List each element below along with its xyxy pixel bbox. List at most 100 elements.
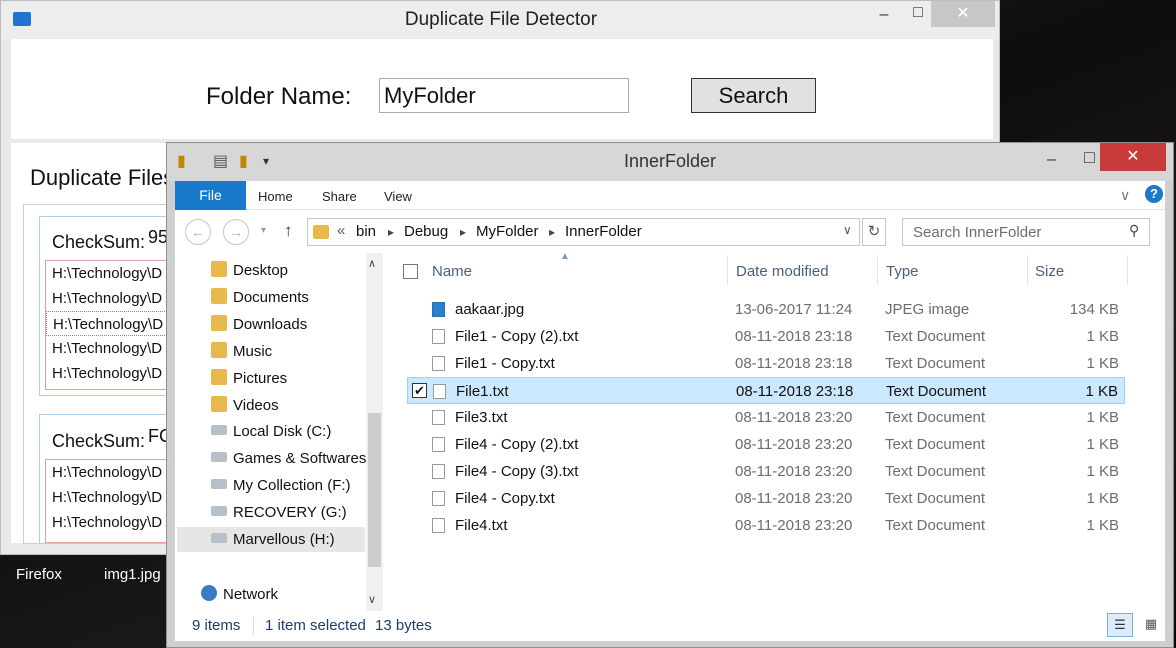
breadcrumb[interactable]: MyFolder [476,223,539,240]
chevron-right-icon[interactable]: ▸ [549,225,555,239]
address-overflow[interactable]: « [337,222,345,239]
desktop-icon-img1[interactable]: img1.jpg [104,566,161,583]
column-divider[interactable] [1027,255,1028,285]
tab-file[interactable]: File [175,181,246,210]
text-file-icon [432,410,445,425]
folder-icon [313,225,329,239]
file-row[interactable]: File3.txt 08-11-2018 23:20 Text Document… [407,404,1125,431]
help-icon[interactable]: ? [1145,185,1163,203]
maximize-button[interactable]: □ [903,3,933,23]
file-date: 08-11-2018 23:20 [735,490,853,507]
refresh-button[interactable]: ↻ [862,218,886,246]
file-name: File4 - Copy (2).txt [455,436,579,453]
up-button[interactable]: ↑ [284,221,293,241]
column-divider[interactable] [727,255,728,285]
search-icon[interactable]: ⚲ [1129,222,1139,239]
nav-item-network[interactable]: Network [201,585,278,603]
explorer-title: InnerFolder [623,151,717,171]
maximize-button[interactable]: □ [1084,147,1095,168]
column-header-type[interactable]: Type [886,263,919,280]
desktop-icon-firefox[interactable]: Firefox [16,566,62,583]
list-item[interactable]: H:\Technology\D [46,485,169,510]
minimize-button[interactable]: – [869,5,899,25]
search-button[interactable]: Search [691,78,816,113]
drive-icon [211,425,227,435]
nav-item-recovery[interactable]: RECOVERY (G:) [211,504,347,521]
file-size: 1 KB [1086,463,1119,480]
file-row[interactable]: aakaar.jpg 13-06-2017 11:24 JPEG image 1… [407,296,1125,323]
checksum-label: CheckSum: [52,431,146,451]
list-item[interactable]: H:\Technology\D [46,336,169,361]
file-date: 08-11-2018 23:18 [735,355,853,372]
path-list[interactable]: H:\Technology\D H:\Technology\D H:\Techn… [45,260,170,390]
scroll-down-icon[interactable]: ∨ [368,593,376,606]
list-item[interactable]: H:\Technology\D [46,460,169,485]
breadcrumb[interactable]: bin [356,223,376,240]
drive-icon [211,533,227,543]
folder-name-input[interactable] [379,78,629,113]
list-item[interactable]: H:\Technology\D [46,261,169,286]
nav-item-local-disk[interactable]: Local Disk (C:) [211,423,331,440]
list-item[interactable]: H:\Technology\D [46,510,169,535]
details-view-button[interactable]: ☰ [1107,613,1133,637]
forward-button[interactable]: → [223,219,249,245]
drive-icon [211,479,227,489]
nav-item-music[interactable]: Music [211,342,272,360]
list-item[interactable]: H:\Technology\D [46,361,169,386]
recent-locations-icon[interactable]: ▾ [261,225,266,236]
file-row[interactable]: File4.txt 08-11-2018 23:20 Text Document… [407,512,1125,539]
chevron-right-icon[interactable]: ▸ [388,225,394,239]
tab-share[interactable]: Share [322,189,357,204]
nav-item-marvellous[interactable]: Marvellous (H:) [211,531,335,548]
tab-view[interactable]: View [384,189,412,204]
tab-home[interactable]: Home [258,189,293,204]
column-divider[interactable] [1127,255,1128,285]
chevron-down-icon[interactable]: ∨ [843,223,852,237]
file-size: 1 KB [1086,517,1119,534]
nav-item-my-collection[interactable]: My Collection (F:) [211,477,351,494]
folder-icon [211,342,227,358]
close-button[interactable]: ✕ [1100,143,1166,171]
drive-icon [211,452,227,462]
list-item[interactable]: H:\Technology\D [46,311,169,336]
column-divider[interactable] [877,255,878,285]
file-row[interactable]: File4 - Copy.txt 08-11-2018 23:20 Text D… [407,485,1125,512]
text-file-icon [432,329,445,344]
file-row[interactable]: File4 - Copy (2).txt 08-11-2018 23:20 Te… [407,431,1125,458]
close-button[interactable]: ✕ [931,1,995,27]
expand-ribbon-icon[interactable]: ∨ [1120,187,1130,204]
minimize-button[interactable]: – [1047,151,1056,169]
column-header-size[interactable]: Size [1035,263,1064,280]
text-file-icon [432,491,445,506]
chevron-right-icon[interactable]: ▸ [460,225,466,239]
large-icons-view-button[interactable]: ▦ [1139,613,1163,637]
breadcrumb[interactable]: InnerFolder [565,223,642,240]
path-list[interactable]: H:\Technology\D H:\Technology\D H:\Techn… [45,459,170,543]
select-all-checkbox[interactable] [403,264,418,279]
file-row[interactable]: File4 - Copy (3).txt 08-11-2018 23:20 Te… [407,458,1125,485]
nav-item-desktop[interactable]: Desktop [211,261,288,279]
nav-item-pictures[interactable]: Pictures [211,369,287,387]
list-item[interactable]: H:\Technology\D [46,286,169,311]
folder-icon [211,261,227,277]
back-button[interactable]: ← [185,219,211,245]
explorer-window: ▮ ▤ ▮ ▾ InnerFolder – □ ✕ File Home Shar… [166,142,1174,648]
file-row[interactable]: File1 - Copy (2).txt 08-11-2018 23:18 Te… [407,323,1125,350]
nav-item-games[interactable]: Games & Softwares [211,450,366,467]
breadcrumb[interactable]: Debug [404,223,448,240]
network-icon [201,585,217,601]
file-name: File3.txt [455,409,508,426]
nav-item-videos[interactable]: Videos [211,396,279,414]
column-header-name[interactable]: Name [432,263,472,280]
file-type: Text Document [885,490,986,507]
nav-item-downloads[interactable]: Downloads [211,315,307,333]
scroll-up-icon[interactable]: ∧ [368,257,376,270]
column-header-date[interactable]: Date modified [736,263,829,280]
file-row[interactable]: File1 - Copy.txt 08-11-2018 23:18 Text D… [407,350,1125,377]
file-row-selected[interactable]: ✔ File1.txt 08-11-2018 23:18 Text Docume… [407,377,1125,404]
text-file-icon [432,437,445,452]
text-file-icon [432,356,445,371]
row-checkbox[interactable]: ✔ [412,383,427,398]
nav-item-documents[interactable]: Documents [211,288,309,306]
scrollbar-thumb[interactable] [368,413,381,567]
